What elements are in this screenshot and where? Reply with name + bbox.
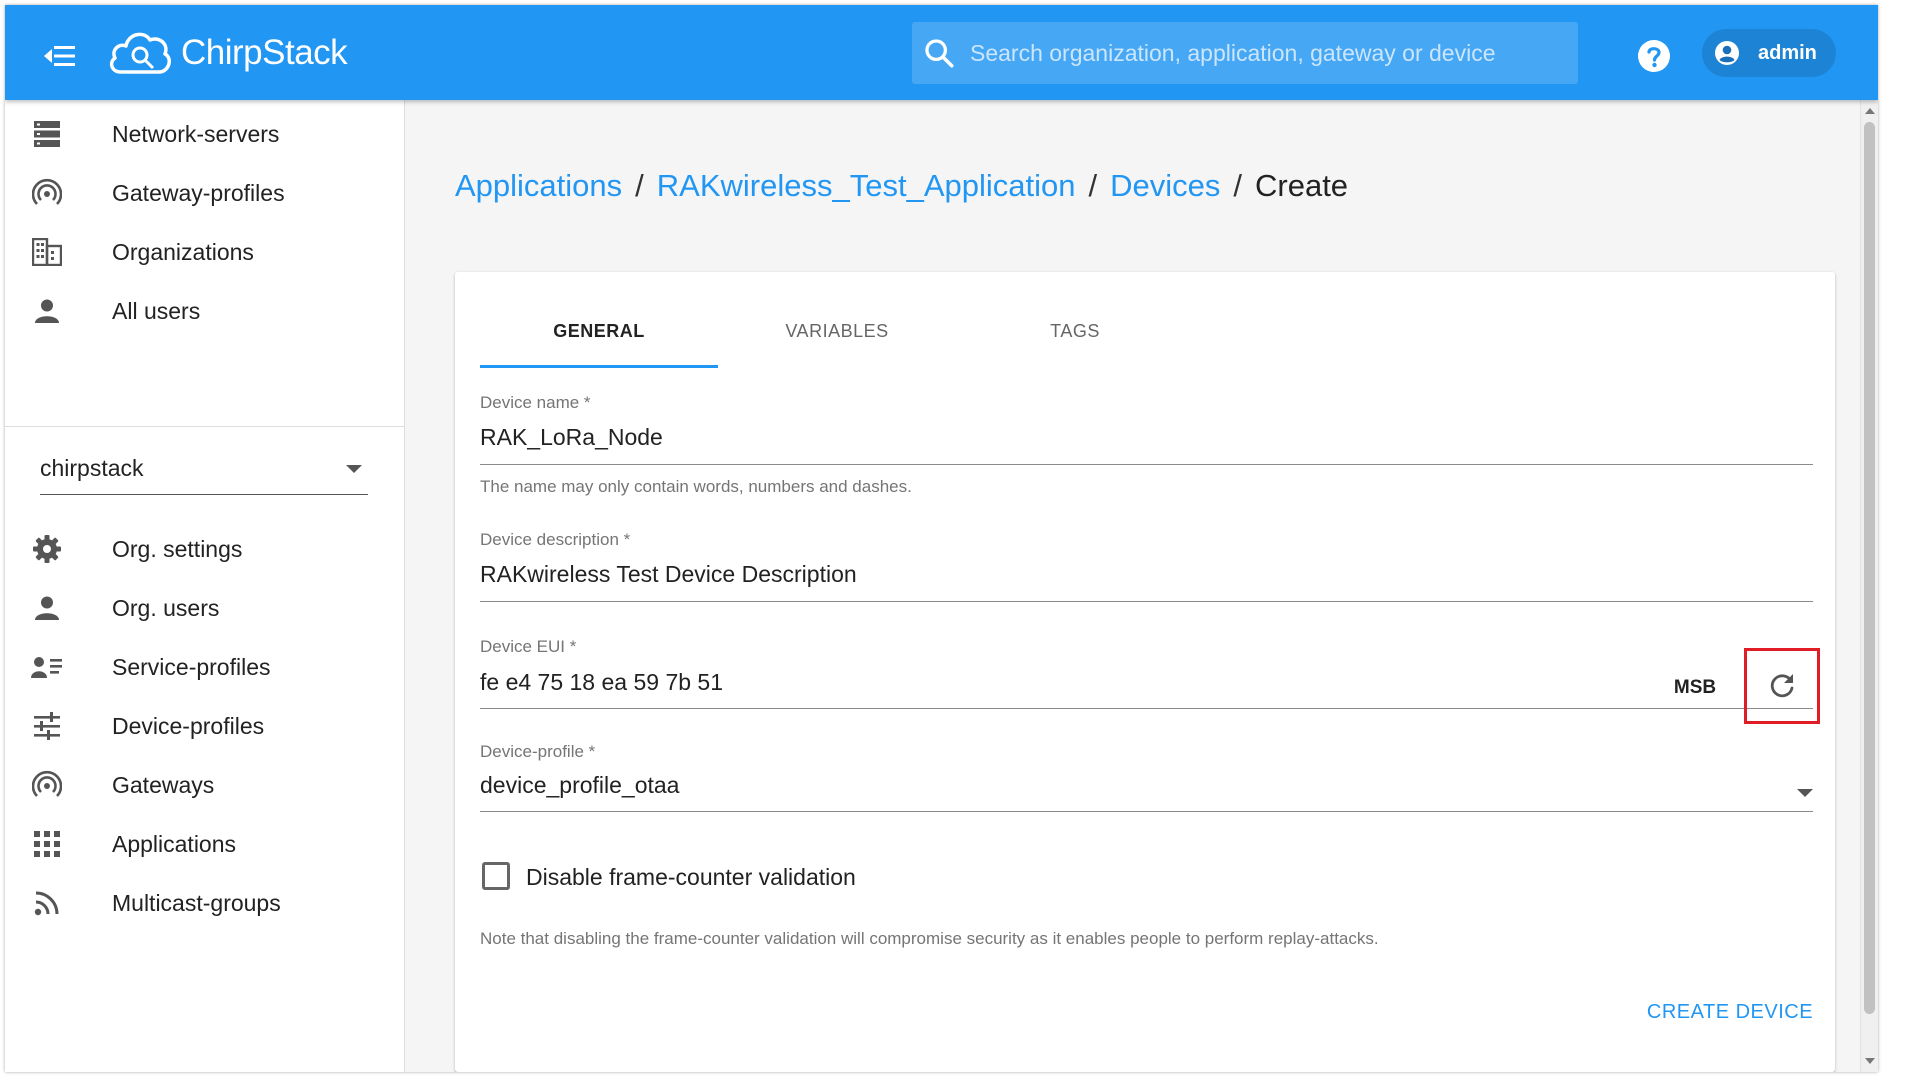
- sidebar-item-gateway-profiles[interactable]: Gateway-profiles: [5, 161, 405, 225]
- gear-icon: [30, 532, 64, 566]
- sidebar: Network-servers Gateway-profiles Organiz…: [5, 100, 405, 1072]
- device-name-helper-text: The name may only contain words, numbers…: [480, 477, 912, 496]
- sidebar-item-service-profiles[interactable]: Service-profiles: [5, 635, 405, 699]
- device-description-label: Device description *: [480, 530, 631, 549]
- help-icon: [1638, 40, 1670, 72]
- device-eui-underline: [480, 708, 1813, 709]
- sidebar-item-applications[interactable]: Applications: [5, 812, 405, 876]
- disable-fcnt-label[interactable]: Disable frame-counter validation: [526, 864, 856, 891]
- sidebar-item-label: Org. users: [112, 594, 220, 621]
- refresh-icon: [1770, 674, 1794, 698]
- account-details-icon: [30, 650, 64, 684]
- device-create-card: GENERAL VARIABLES TAGS Device name * The…: [455, 272, 1835, 1072]
- sidebar-item-device-profiles[interactable]: Device-profiles: [5, 694, 405, 758]
- global-search[interactable]: [912, 22, 1578, 84]
- sidebar-item-label: Gateway-profiles: [112, 179, 285, 206]
- device-description-input[interactable]: [480, 561, 1680, 588]
- byte-order-toggle-button[interactable]: MSB: [1655, 668, 1735, 708]
- device-description-underline: [480, 601, 1813, 602]
- sidebar-item-all-users[interactable]: All users: [5, 279, 405, 343]
- tab-variables[interactable]: VARIABLES: [718, 294, 956, 368]
- disable-fcnt-checkbox[interactable]: [482, 862, 510, 890]
- sidebar-item-label: All users: [112, 297, 201, 324]
- active-tab-indicator: [480, 365, 718, 368]
- page-scrollbar[interactable]: [1860, 100, 1878, 1072]
- tune-icon: [30, 709, 64, 743]
- search-icon: [925, 39, 954, 68]
- sidebar-item-label: Device-profiles: [112, 712, 265, 739]
- sidebar-item-label: Network-servers: [112, 120, 280, 147]
- help-button[interactable]: [1637, 39, 1671, 73]
- device-name-input[interactable]: [480, 424, 1680, 451]
- breadcrumb-separator: /: [635, 168, 644, 203]
- sidebar-item-organizations[interactable]: Organizations: [5, 220, 405, 284]
- breadcrumb-devices-link[interactable]: Devices: [1110, 168, 1220, 204]
- person-icon: [30, 591, 64, 625]
- breadcrumb: Applications / RAKwireless_Test_Applicat…: [455, 168, 1348, 204]
- scrollbar-thumb[interactable]: [1864, 122, 1875, 1014]
- app-bar: ChirpStack admin: [5, 5, 1878, 100]
- menu-toggle-button[interactable]: [39, 35, 81, 77]
- user-menu-button[interactable]: admin: [1702, 29, 1836, 77]
- tab-general[interactable]: GENERAL: [480, 294, 718, 368]
- rss-icon: [30, 886, 64, 920]
- server-icon: [30, 117, 64, 151]
- apps-grid-icon: [30, 827, 64, 861]
- sidebar-item-gateways[interactable]: Gateways: [5, 753, 405, 817]
- person-icon: [30, 294, 64, 328]
- device-name-label: Device name *: [480, 393, 591, 412]
- create-device-button[interactable]: CREATE DEVICE: [1635, 990, 1825, 1034]
- chevron-down-icon[interactable]: [1797, 789, 1813, 797]
- sidebar-item-label: Service-profiles: [112, 653, 271, 680]
- device-eui-input[interactable]: [480, 669, 1580, 696]
- sidebar-item-org-settings[interactable]: Org. settings: [5, 517, 405, 581]
- brand-logo[interactable]: ChirpStack: [107, 25, 348, 81]
- sidebar-item-multicast-groups[interactable]: Multicast-groups: [5, 871, 405, 935]
- domain-icon: [30, 235, 64, 269]
- user-name: admin: [1758, 41, 1817, 64]
- breadcrumb-application-link[interactable]: RAKwireless_Test_Application: [657, 168, 1076, 204]
- sidebar-item-label: Applications: [112, 830, 237, 857]
- app-window: ChirpStack admin: [5, 5, 1878, 1072]
- breadcrumb-applications-link[interactable]: Applications: [455, 168, 622, 204]
- sidebar-item-label: Gateways: [112, 771, 215, 798]
- device-profile-underline: [480, 811, 1813, 812]
- account-circle-icon: [1715, 41, 1739, 65]
- wifi-tethering-icon: [30, 176, 64, 210]
- device-profile-select[interactable]: device_profile_otaa: [480, 772, 1680, 799]
- disable-fcnt-helper-text: Note that disabling the frame-counter va…: [480, 929, 1379, 948]
- scroll-down-arrow-icon[interactable]: [1865, 1058, 1875, 1064]
- device-profile-label: Device-profile *: [480, 742, 596, 761]
- menu-open-icon: [44, 46, 75, 66]
- sidebar-item-org-users[interactable]: Org. users: [5, 576, 405, 640]
- chevron-down-icon: [346, 465, 362, 473]
- breadcrumb-separator: /: [1233, 168, 1242, 203]
- brand-name: ChirpStack: [181, 33, 348, 72]
- scroll-up-arrow-icon[interactable]: [1865, 108, 1875, 114]
- generate-eui-button[interactable]: [1744, 648, 1820, 724]
- device-eui-label: Device EUI *: [480, 637, 577, 656]
- device-name-underline: [480, 464, 1813, 465]
- sidebar-divider: [5, 426, 405, 427]
- organization-select-value: chirpstack: [40, 455, 144, 481]
- search-input[interactable]: [970, 39, 1530, 67]
- tab-tags[interactable]: TAGS: [956, 294, 1194, 368]
- sidebar-item-network-servers[interactable]: Network-servers: [5, 102, 405, 166]
- breadcrumb-current: Create: [1255, 168, 1349, 203]
- chirpstack-logo-icon: [109, 32, 171, 74]
- breadcrumb-separator: /: [1088, 168, 1098, 203]
- wifi-tethering-icon: [30, 768, 64, 802]
- sidebar-item-label: Organizations: [112, 238, 254, 265]
- sidebar-item-label: Org. settings: [112, 535, 243, 562]
- organization-select[interactable]: chirpstack: [40, 445, 368, 495]
- sidebar-item-label: Multicast-groups: [112, 889, 281, 916]
